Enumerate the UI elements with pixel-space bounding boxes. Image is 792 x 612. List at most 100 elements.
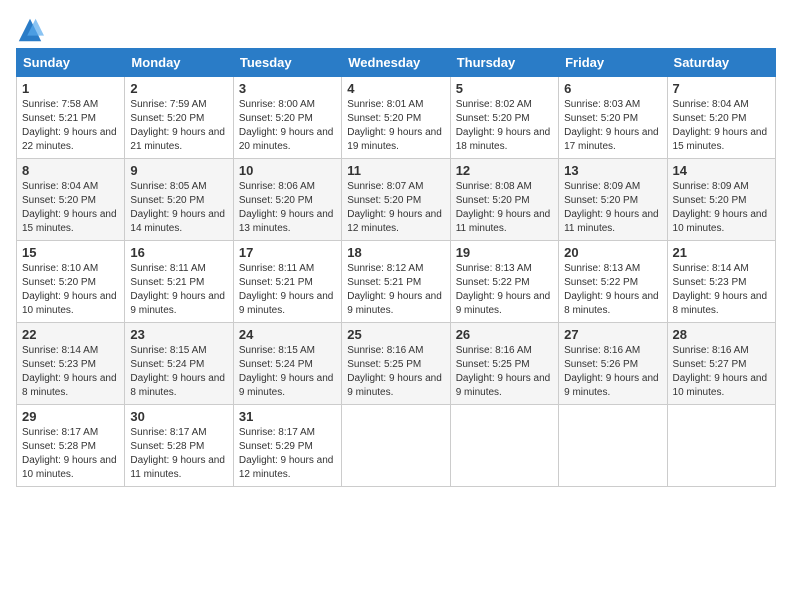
day-number: 25 bbox=[347, 327, 444, 342]
day-number: 26 bbox=[456, 327, 553, 342]
day-number: 16 bbox=[130, 245, 227, 260]
day-info: Sunrise: 8:17 AMSunset: 5:28 PMDaylight:… bbox=[22, 427, 117, 480]
day-number: 27 bbox=[564, 327, 661, 342]
day-number: 4 bbox=[347, 81, 444, 96]
day-info: Sunrise: 8:04 AMSunset: 5:20 PMDaylight:… bbox=[673, 99, 768, 152]
day-number: 13 bbox=[564, 163, 661, 178]
day-info: Sunrise: 7:59 AMSunset: 5:20 PMDaylight:… bbox=[130, 99, 225, 152]
calendar-cell: 28Sunrise: 8:16 AMSunset: 5:27 PMDayligh… bbox=[667, 323, 775, 405]
day-info: Sunrise: 8:06 AMSunset: 5:20 PMDaylight:… bbox=[239, 181, 334, 234]
dow-header-thursday: Thursday bbox=[450, 49, 558, 77]
dow-header-monday: Monday bbox=[125, 49, 233, 77]
day-number: 5 bbox=[456, 81, 553, 96]
calendar-cell: 22Sunrise: 8:14 AMSunset: 5:23 PMDayligh… bbox=[17, 323, 125, 405]
day-info: Sunrise: 8:07 AMSunset: 5:20 PMDaylight:… bbox=[347, 181, 442, 234]
header bbox=[16, 16, 776, 44]
calendar-cell: 14 Sunrise: 8:09 AMSunset: 5:20 PMDayligh… bbox=[667, 159, 775, 241]
day-number: 29 bbox=[22, 409, 119, 424]
calendar-cell: 13 Sunrise: 8:09 AMSunset: 5:20 PMDayligh… bbox=[559, 159, 667, 241]
day-info: Sunrise: 8:15 AMSunset: 5:24 PMDaylight:… bbox=[130, 345, 225, 398]
day-number: 15 bbox=[22, 245, 119, 260]
day-number: 23 bbox=[130, 327, 227, 342]
day-number: 31 bbox=[239, 409, 336, 424]
calendar-cell: 17Sunrise: 8:11 AMSunset: 5:21 PMDayligh… bbox=[233, 241, 341, 323]
day-info: Sunrise: 8:03 AMSunset: 5:20 PMDaylight:… bbox=[564, 99, 659, 152]
day-info: Sunrise: 8:01 AMSunset: 5:20 PMDaylight:… bbox=[347, 99, 442, 152]
day-number: 3 bbox=[239, 81, 336, 96]
calendar-cell: 16 Sunrise: 8:11 AMSunset: 5:21 PMDayligh… bbox=[125, 241, 233, 323]
day-number: 2 bbox=[130, 81, 227, 96]
day-info: Sunrise: 8:14 AMSunset: 5:23 PMDaylight:… bbox=[673, 263, 768, 316]
calendar-cell: 29 Sunrise: 8:17 AMSunset: 5:28 PMDayligh… bbox=[17, 405, 125, 487]
calendar-cell: 8 Sunrise: 8:04 AMSunset: 5:20 PMDaylight… bbox=[17, 159, 125, 241]
day-number: 9 bbox=[130, 163, 227, 178]
day-info: Sunrise: 8:02 AMSunset: 5:20 PMDaylight:… bbox=[456, 99, 551, 152]
day-number: 30 bbox=[130, 409, 227, 424]
dow-header-friday: Friday bbox=[559, 49, 667, 77]
day-info: Sunrise: 8:11 AMSunset: 5:21 PMDaylight:… bbox=[130, 263, 225, 316]
calendar-cell bbox=[342, 405, 450, 487]
dow-header-wednesday: Wednesday bbox=[342, 49, 450, 77]
calendar-cell: 25 Sunrise: 8:16 AMSunset: 5:25 PMDayligh… bbox=[342, 323, 450, 405]
calendar-cell: 2 Sunrise: 7:59 AMSunset: 5:20 PMDaylight… bbox=[125, 77, 233, 159]
dow-header-saturday: Saturday bbox=[667, 49, 775, 77]
day-number: 17 bbox=[239, 245, 336, 260]
calendar-cell: 11 Sunrise: 8:07 AMSunset: 5:20 PMDayligh… bbox=[342, 159, 450, 241]
calendar-cell bbox=[559, 405, 667, 487]
day-info: Sunrise: 8:16 AMSunset: 5:26 PMDaylight:… bbox=[564, 345, 659, 398]
calendar-cell: 3 Sunrise: 8:00 AMSunset: 5:20 PMDaylight… bbox=[233, 77, 341, 159]
day-info: Sunrise: 8:13 AMSunset: 5:22 PMDaylight:… bbox=[456, 263, 551, 316]
day-info: Sunrise: 8:17 AMSunset: 5:28 PMDaylight:… bbox=[130, 427, 225, 480]
day-info: Sunrise: 7:58 AMSunset: 5:21 PMDaylight:… bbox=[22, 99, 117, 152]
calendar-cell: 4 Sunrise: 8:01 AMSunset: 5:20 PMDaylight… bbox=[342, 77, 450, 159]
day-number: 18 bbox=[347, 245, 444, 260]
day-info: Sunrise: 8:00 AMSunset: 5:20 PMDaylight:… bbox=[239, 99, 334, 152]
calendar-cell: 27 Sunrise: 8:16 AMSunset: 5:26 PMDayligh… bbox=[559, 323, 667, 405]
day-info: Sunrise: 8:15 AMSunset: 5:24 PMDaylight:… bbox=[239, 345, 334, 398]
calendar-cell: 24 Sunrise: 8:15 AMSunset: 5:24 PMDayligh… bbox=[233, 323, 341, 405]
day-info: Sunrise: 8:09 AMSunset: 5:20 PMDaylight:… bbox=[564, 181, 659, 234]
calendar-cell: 9 Sunrise: 8:05 AMSunset: 5:20 PMDaylight… bbox=[125, 159, 233, 241]
day-number: 1 bbox=[22, 81, 119, 96]
calendar-cell: 30 Sunrise: 8:17 AMSunset: 5:28 PMDayligh… bbox=[125, 405, 233, 487]
calendar-cell: 1 Sunrise: 7:58 AMSunset: 5:21 PMDaylight… bbox=[17, 77, 125, 159]
calendar-table: SundayMondayTuesdayWednesdayThursdayFrid… bbox=[16, 48, 776, 487]
calendar-cell: 5 Sunrise: 8:02 AMSunset: 5:20 PMDaylight… bbox=[450, 77, 558, 159]
dow-header-tuesday: Tuesday bbox=[233, 49, 341, 77]
calendar-cell: 19 Sunrise: 8:13 AMSunset: 5:22 PMDayligh… bbox=[450, 241, 558, 323]
day-number: 19 bbox=[456, 245, 553, 260]
calendar-week-4: 22Sunrise: 8:14 AMSunset: 5:23 PMDayligh… bbox=[17, 323, 776, 405]
calendar-cell: 6 Sunrise: 8:03 AMSunset: 5:20 PMDaylight… bbox=[559, 77, 667, 159]
day-number: 21 bbox=[673, 245, 770, 260]
calendar-week-2: 8 Sunrise: 8:04 AMSunset: 5:20 PMDaylight… bbox=[17, 159, 776, 241]
calendar-cell: 20Sunrise: 8:13 AMSunset: 5:22 PMDayligh… bbox=[559, 241, 667, 323]
calendar-cell: 12Sunrise: 8:08 AMSunset: 5:20 PMDayligh… bbox=[450, 159, 558, 241]
day-info: Sunrise: 8:17 AMSunset: 5:29 PMDaylight:… bbox=[239, 427, 334, 480]
day-number: 6 bbox=[564, 81, 661, 96]
day-info: Sunrise: 8:09 AMSunset: 5:20 PMDaylight:… bbox=[673, 181, 768, 234]
day-number: 20 bbox=[564, 245, 661, 260]
day-number: 22 bbox=[22, 327, 119, 342]
day-number: 10 bbox=[239, 163, 336, 178]
calendar-week-3: 15Sunrise: 8:10 AMSunset: 5:20 PMDayligh… bbox=[17, 241, 776, 323]
day-info: Sunrise: 8:16 AMSunset: 5:25 PMDaylight:… bbox=[456, 345, 551, 398]
calendar-cell: 18 Sunrise: 8:12 AMSunset: 5:21 PMDayligh… bbox=[342, 241, 450, 323]
day-number: 8 bbox=[22, 163, 119, 178]
day-info: Sunrise: 8:12 AMSunset: 5:21 PMDaylight:… bbox=[347, 263, 442, 316]
day-info: Sunrise: 8:05 AMSunset: 5:20 PMDaylight:… bbox=[130, 181, 225, 234]
calendar-week-1: 1 Sunrise: 7:58 AMSunset: 5:21 PMDaylight… bbox=[17, 77, 776, 159]
calendar-cell: 26 Sunrise: 8:16 AMSunset: 5:25 PMDayligh… bbox=[450, 323, 558, 405]
logo-icon bbox=[16, 16, 44, 44]
dow-header-sunday: Sunday bbox=[17, 49, 125, 77]
day-info: Sunrise: 8:04 AMSunset: 5:20 PMDaylight:… bbox=[22, 181, 117, 234]
calendar-cell: 31 Sunrise: 8:17 AMSunset: 5:29 PMDayligh… bbox=[233, 405, 341, 487]
day-info: Sunrise: 8:16 AMSunset: 5:25 PMDaylight:… bbox=[347, 345, 442, 398]
calendar-week-5: 29 Sunrise: 8:17 AMSunset: 5:28 PMDayligh… bbox=[17, 405, 776, 487]
day-number: 7 bbox=[673, 81, 770, 96]
day-number: 28 bbox=[673, 327, 770, 342]
day-number: 11 bbox=[347, 163, 444, 178]
day-info: Sunrise: 8:08 AMSunset: 5:20 PMDaylight:… bbox=[456, 181, 551, 234]
day-number: 14 bbox=[673, 163, 770, 178]
day-number: 24 bbox=[239, 327, 336, 342]
calendar-cell: 7 Sunrise: 8:04 AMSunset: 5:20 PMDaylight… bbox=[667, 77, 775, 159]
